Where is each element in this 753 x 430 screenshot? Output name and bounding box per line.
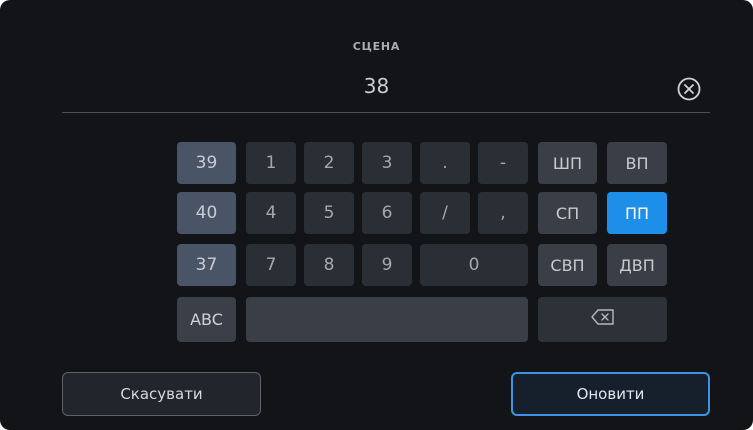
divider: [62, 112, 710, 113]
key-scene-37[interactable]: 37: [177, 244, 236, 286]
key-suffix-svp[interactable]: СВП: [538, 244, 597, 286]
key-space[interactable]: [246, 297, 528, 342]
update-button[interactable]: Оновити: [511, 372, 710, 416]
key-0[interactable]: 0: [420, 244, 528, 286]
key-dash[interactable]: -: [478, 142, 528, 184]
key-6[interactable]: 6: [362, 192, 412, 234]
key-4[interactable]: 4: [246, 192, 296, 234]
backspace-icon: [590, 309, 615, 330]
key-suffix-dvp[interactable]: ДВП: [607, 244, 667, 286]
key-period[interactable]: .: [420, 142, 470, 184]
key-9[interactable]: 9: [362, 244, 412, 286]
key-scene-40[interactable]: 40: [177, 192, 236, 234]
key-comma[interactable]: ,: [478, 192, 528, 234]
key-suffix-pp-active[interactable]: ПП: [607, 192, 667, 234]
scene-editor-panel: СЦЕНА 38 39 1 2 3 . - ШП ВП 40 4 5 6 / ,…: [0, 0, 753, 430]
key-2[interactable]: 2: [304, 142, 354, 184]
field-title: СЦЕНА: [352, 40, 401, 53]
key-3[interactable]: 3: [362, 142, 412, 184]
cancel-button[interactable]: Скасувати: [62, 372, 261, 416]
key-suffix-sp[interactable]: СП: [538, 192, 597, 234]
key-7[interactable]: 7: [246, 244, 296, 286]
key-suffix-vp[interactable]: ВП: [607, 142, 667, 184]
key-suffix-shp[interactable]: ШП: [538, 142, 597, 184]
key-scene-39[interactable]: 39: [177, 142, 236, 184]
key-1[interactable]: 1: [246, 142, 296, 184]
key-abc[interactable]: ABC: [177, 297, 236, 342]
key-slash[interactable]: /: [420, 192, 470, 234]
key-8[interactable]: 8: [304, 244, 354, 286]
key-backspace[interactable]: [538, 297, 667, 342]
key-5[interactable]: 5: [304, 192, 354, 234]
scene-value-display[interactable]: 38: [0, 74, 753, 98]
clear-icon[interactable]: [676, 76, 702, 102]
